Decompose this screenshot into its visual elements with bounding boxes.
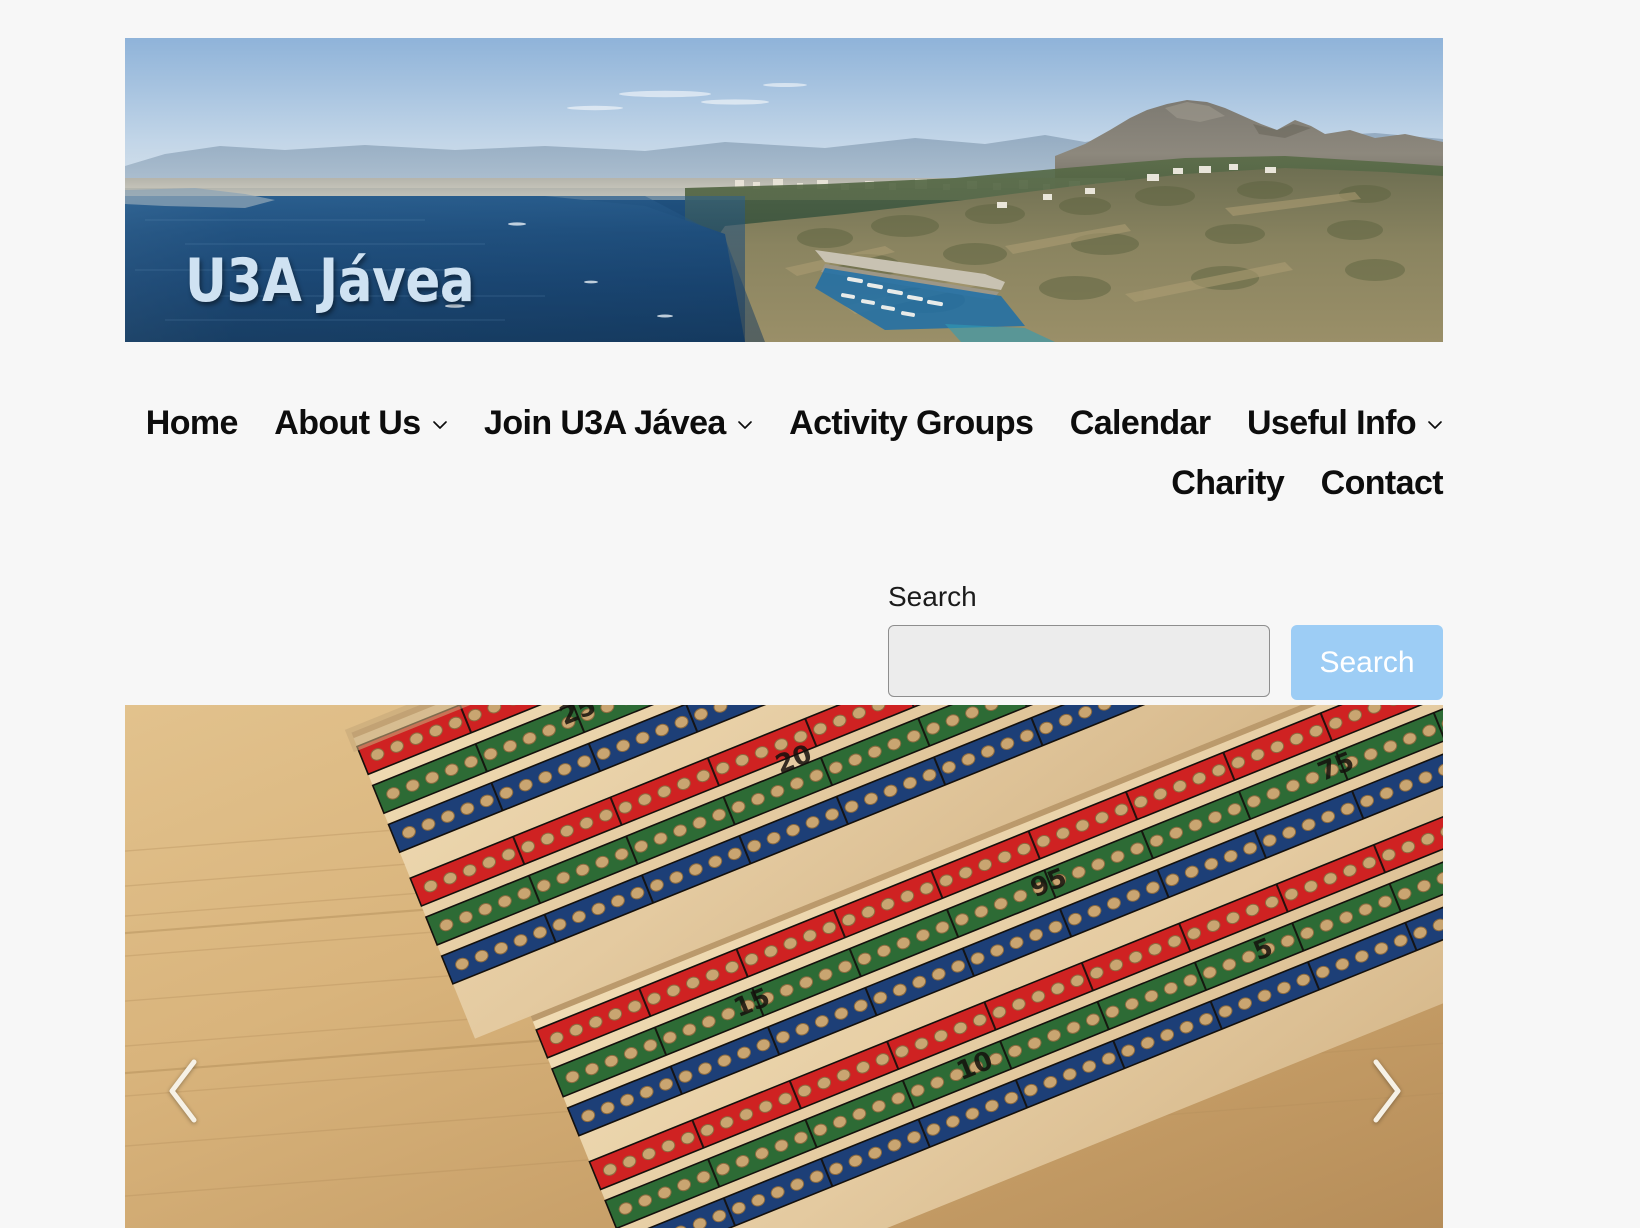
slider-next-button[interactable] [1350,1056,1420,1126]
nav-item-label: Home [145,404,239,442]
chevron-right-icon [1373,1059,1401,1123]
search-input[interactable] [888,624,1270,697]
nav-item-charity[interactable]: Charity [1171,458,1285,508]
nav-item-useful-info[interactable]: Useful Info [1247,398,1443,448]
nav-item-label: Activity Groups [789,404,1034,442]
slide-image-cribbage-board: 25 105 65 20 100 70 15 95 75 10 5 80 [125,705,1443,1228]
nav-item-label: Join U3A Jávea [484,404,726,442]
search-label: Search [888,581,977,612]
site-banner: U3A Jávea [125,38,1443,342]
search-form: Search Search [888,581,1443,700]
search-button[interactable]: Search [1291,624,1443,700]
nav-item-label: About Us [274,404,421,442]
nav-item-label: Charity [1171,464,1285,502]
nav-item-join-u3a-javea[interactable]: Join U3A Jávea [484,398,753,448]
nav-item-about-us[interactable]: About Us [274,398,447,448]
main-navigation: Home About Us Join U3A Jávea Activity Gr… [125,398,1444,518]
nav-item-label: Contact [1320,464,1444,502]
nav-item-label: Calendar [1069,404,1211,442]
slider-prev-button[interactable] [150,1056,220,1126]
page-root: U3A Jávea Home About Us Join U3A Jávea A… [0,0,1640,1228]
nav-item-contact[interactable]: Contact [1320,458,1444,508]
nav-row-primary: Home About Us Join U3A Jávea Activity Gr… [125,398,1443,458]
nav-item-calendar[interactable]: Calendar [1070,398,1211,448]
banner-image [125,38,1443,342]
search-row: Search [888,624,1443,700]
chevron-down-icon[interactable] [432,417,448,433]
nav-item-activity-groups[interactable]: Activity Groups [789,398,1034,448]
nav-row-secondary: Charity Contact [125,458,1443,518]
chevron-down-icon[interactable] [737,417,753,433]
chevron-down-icon[interactable] [1427,417,1443,433]
nav-item-home[interactable]: Home [145,398,239,448]
chevron-left-icon [169,1059,197,1123]
hero-slider: 25 105 65 20 100 70 15 95 75 10 5 80 [125,705,1443,1228]
nav-item-label: Useful Info [1246,404,1417,442]
